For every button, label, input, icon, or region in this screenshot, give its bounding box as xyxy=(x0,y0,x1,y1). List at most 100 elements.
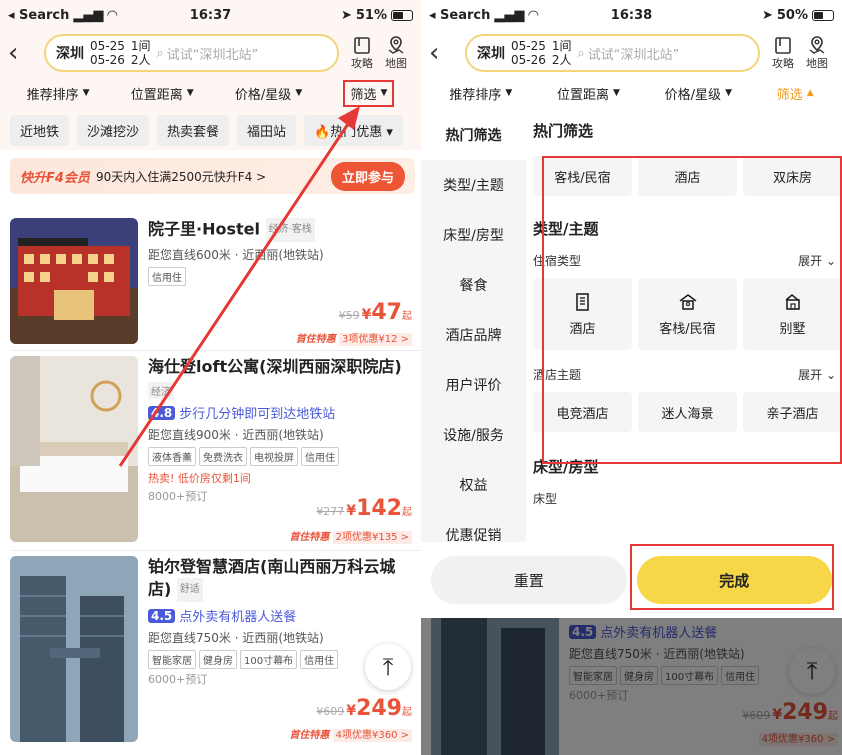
location-icon: ➤ xyxy=(761,7,773,23)
hotel-level: 经济·客栈 xyxy=(265,218,315,242)
status-bar: ◂ Search ▂▄▆ ◠ 16:37 ➤ 51% xyxy=(0,0,421,30)
hotel-card[interactable]: 海仕登loft公寓(深圳西丽深职院店) 经济 4.8 步行几分钟即可到达地铁站 距… xyxy=(10,356,416,544)
caret-down-icon: ▼ xyxy=(186,88,194,98)
bed-type-row: 床型 xyxy=(533,491,558,506)
hotel-chip: 电视投屏 xyxy=(250,447,298,466)
wifi-icon: ◠ xyxy=(528,7,539,23)
caret-down-icon: ▼ xyxy=(380,88,388,98)
nav-benefits[interactable]: 权益 xyxy=(421,460,526,510)
stay-villa[interactable]: 别墅 xyxy=(743,278,842,350)
theme-family[interactable]: 亲子酒店 xyxy=(743,392,842,432)
nav-bed-room[interactable]: 床型/房型 xyxy=(421,210,526,260)
filter-button-active[interactable]: 筛选 ▲ xyxy=(777,84,814,103)
map-button[interactable]: 地图 xyxy=(379,35,413,71)
back-to-search[interactable]: ◂ Search xyxy=(429,8,490,23)
search-input[interactable]: ⌕ 试试“深圳北站” xyxy=(578,44,680,63)
filter-button[interactable]: 筛选 ▼ xyxy=(343,79,395,107)
quick-tags: 近地铁 沙滩挖沙 热卖套餐 福田站 🔥热门优惠 ▾ xyxy=(0,110,421,150)
location-icon: ➤ xyxy=(340,7,352,23)
filter-twin-room[interactable]: 双床房 xyxy=(743,156,842,196)
tag-near-subway[interactable]: 近地铁 xyxy=(10,114,70,146)
tag-hot-deals[interactable]: 🔥热门优惠 ▾ xyxy=(304,114,403,146)
hotel-deal: 首住特惠 3项优惠¥12 > xyxy=(296,330,412,346)
search-box[interactable]: 深圳 05-25 05-26 1间 2人 ⌕ 试试“深圳北站” xyxy=(44,34,339,72)
scroll-top-button[interactable]: ⤒ xyxy=(365,644,411,690)
room-guests[interactable]: 1间 2人 xyxy=(131,39,151,67)
hotel-chip: 100寸幕布 xyxy=(240,650,298,669)
sort-price-star[interactable]: 价格/星级 ▼ xyxy=(235,84,302,103)
stay-hotel[interactable]: 酒店 xyxy=(533,278,632,350)
villa-icon xyxy=(784,293,800,310)
hotel-photo[interactable] xyxy=(10,218,138,344)
theme-seaview[interactable]: 迷人海景 xyxy=(638,392,737,432)
hotel-level: 经济 xyxy=(148,382,174,399)
tag-hot-package[interactable]: 热卖套餐 xyxy=(157,114,230,146)
hotel-name: 铂尔登智慧酒店(南山西丽万科云城店) 舒适 xyxy=(148,556,416,602)
sort-recommend[interactable]: 推荐排序 ▼ xyxy=(449,84,512,103)
hotel-chip: 液体香薰 xyxy=(148,447,196,466)
hotel-photo[interactable] xyxy=(10,356,138,542)
sort-distance[interactable]: 位置距离 ▼ xyxy=(131,84,194,103)
sort-distance[interactable]: 位置距离 ▼ xyxy=(557,84,620,103)
sort-recommend[interactable]: 推荐排序 ▼ xyxy=(27,84,90,103)
date-range[interactable]: 05-25 05-26 xyxy=(90,39,125,67)
filter-inn[interactable]: 客栈/民宿 xyxy=(533,156,632,196)
hotel-card[interactable]: 铂尔登智慧酒店(南山西丽万科云城店) 舒适 4.5 点外卖有机器人送餐 距您直线7… xyxy=(10,556,416,746)
reset-button[interactable]: 重置 xyxy=(431,556,627,604)
expand-stay-type[interactable]: 展开 ⌄ xyxy=(798,252,836,269)
hotel-card[interactable]: 院子里·Hostel 经济·客栈 距您直线600米 · 近西丽(地铁站) 信用住… xyxy=(10,218,416,346)
nav-reviews[interactable]: 用户评价 xyxy=(421,360,526,410)
back-to-search[interactable]: ◂ Search xyxy=(8,8,69,23)
left-screen: ◂ Search ▂▄▆ ◠ 16:37 ➤ 51% ‹ 深圳 05-25 05-26… xyxy=(0,0,421,755)
city-label[interactable]: 深圳 xyxy=(56,43,84,63)
inn-icon xyxy=(679,293,696,310)
join-button[interactable]: 立即参与 xyxy=(330,161,405,191)
tag-futian-station[interactable]: 福田站 xyxy=(237,114,297,146)
nav-meals[interactable]: 餐食 xyxy=(421,260,526,310)
wifi-icon: ◠ xyxy=(107,7,118,23)
hotel-deal: 首住特惠 2项优惠¥135 > xyxy=(289,528,412,544)
expand-theme[interactable]: 展开 ⌄ xyxy=(798,366,836,383)
search-box[interactable]: 深圳 05-25 05-26 1间 2人 ⌕ 试试“深圳北站” xyxy=(465,34,760,72)
map-button[interactable]: 地图 xyxy=(800,35,834,71)
sort-price-star[interactable]: 价格/星级 ▼ xyxy=(665,84,732,103)
guide-button[interactable]: 攻略 xyxy=(766,35,800,71)
nav-brand[interactable]: 酒店品牌 xyxy=(421,310,526,360)
filter-hotel[interactable]: 酒店 xyxy=(638,156,737,196)
hotel-photo[interactable] xyxy=(10,556,138,742)
back-button[interactable]: ‹ xyxy=(429,38,459,68)
hotel-chip: 智能家居 xyxy=(148,650,196,669)
caret-down-icon: ▼ xyxy=(82,88,90,98)
fire-icon: 🔥 xyxy=(314,124,331,140)
background-hotel-card: 4.5 点外卖有机器人送餐 距您直线750米 · 近西丽(地铁站) 智能家居 健身… xyxy=(421,618,842,755)
battery-icon xyxy=(812,9,834,21)
done-button[interactable]: 完成 xyxy=(636,556,832,604)
section-bed-title: 床型/房型 xyxy=(533,457,599,476)
member-banner[interactable]: 快升F4会员 90天内入住满2500元快升F4 > 立即参与 xyxy=(10,158,415,194)
nav-type-theme[interactable]: 类型/主题 xyxy=(421,160,526,210)
caret-down-icon: ▼ xyxy=(295,88,303,98)
stay-type-row: 住宿类型 展开 ⌄ xyxy=(533,252,836,269)
nav-promotions[interactable]: 优惠促销 xyxy=(421,510,526,542)
search-icon: ⌕ xyxy=(156,45,164,61)
caret-down-icon: ▼ xyxy=(613,88,620,98)
nav-facilities[interactable]: 设施/服务 xyxy=(421,410,526,460)
caret-down-icon: ▼ xyxy=(505,88,513,98)
guide-button[interactable]: 攻略 xyxy=(345,35,379,71)
hotel-rating: 4.5 点外卖有机器人送餐 xyxy=(148,606,416,625)
hotel-rating: 4.8 步行几分钟即可到达地铁站 xyxy=(148,403,416,422)
sort-bar: 推荐排序 ▼ 位置距离 ▼ 价格/星级 ▼ 筛选 ▼ xyxy=(0,76,421,110)
hot-sale-note: 热卖! 低价房仅剩1间 xyxy=(148,472,251,485)
hotel-distance: 距您直线900米 · 近西丽(地铁站) xyxy=(148,428,324,442)
tag-beach[interactable]: 沙滩挖沙 xyxy=(77,114,150,146)
hotel-chip: 免费洗衣 xyxy=(199,447,247,466)
hotel-chip: 信用住 xyxy=(148,267,186,286)
nav-hot-filters[interactable]: 热门筛选 xyxy=(421,110,526,160)
map-pin-icon xyxy=(809,36,825,54)
hotel-photo xyxy=(431,618,559,755)
scroll-top-button: ⤒ xyxy=(789,648,835,694)
search-input[interactable]: ⌕ 试试“深圳北站” xyxy=(157,44,259,63)
theme-esports[interactable]: 电竞酒店 xyxy=(533,392,632,432)
back-button[interactable]: ‹ xyxy=(8,38,38,68)
stay-inn[interactable]: 客栈/民宿 xyxy=(638,278,737,350)
